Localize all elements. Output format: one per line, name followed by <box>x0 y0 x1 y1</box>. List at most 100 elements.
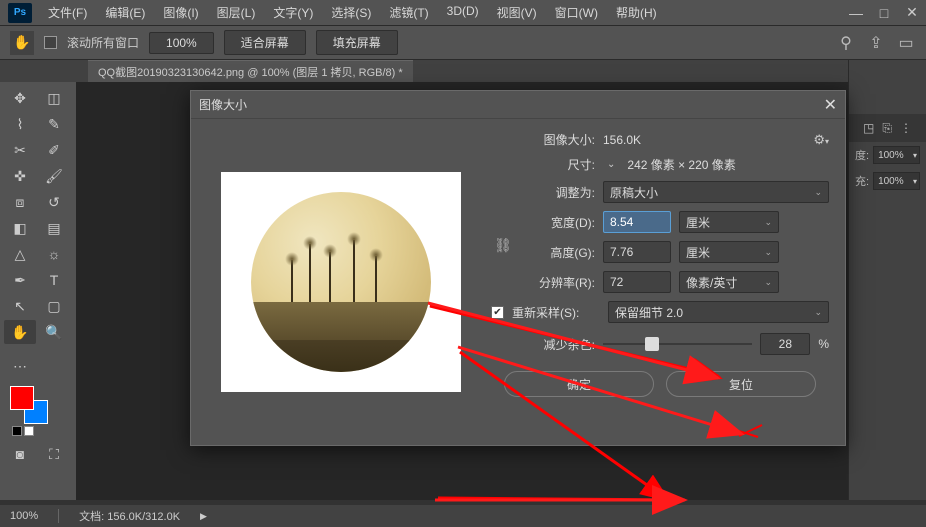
menu-view[interactable]: 视图(V) <box>489 0 545 25</box>
dimensions-dropdown-icon[interactable]: ⌄ <box>607 159 615 170</box>
fitfor-label: 调整为: <box>491 184 595 201</box>
menu-select[interactable]: 选择(S) <box>323 0 379 25</box>
resample-dropdown[interactable]: 保留细节 2.0⌄ <box>608 301 829 323</box>
menu-window[interactable]: 窗口(W) <box>547 0 606 25</box>
history-brush-tool[interactable]: ↺ <box>38 190 70 214</box>
window-controls: — □ ✕ <box>842 2 926 24</box>
image-size-value: 156.0K <box>603 133 641 147</box>
pen-tool[interactable]: ✒ <box>4 268 36 292</box>
eyedropper-tool[interactable]: ✐ <box>38 138 70 162</box>
share-icon[interactable]: ⇪ <box>866 33 886 53</box>
search-icon[interactable]: ⚲ <box>836 33 856 53</box>
hand-tool[interactable]: ✋ <box>4 320 36 344</box>
dodge-tool[interactable]: ☼ <box>38 242 70 266</box>
brush-tool[interactable]: 🖌 <box>38 164 70 188</box>
noise-slider-thumb[interactable] <box>645 337 659 351</box>
status-doc-info[interactable]: 文档: 156.0K/312.0K <box>79 508 180 524</box>
screen-mode-icon[interactable]: ⛶ <box>38 442 70 466</box>
gradient-tool[interactable]: ▤ <box>38 216 70 240</box>
foreground-color[interactable] <box>10 386 34 410</box>
lasso-tool[interactable]: ⌇ <box>4 112 36 136</box>
resolution-unit-dropdown[interactable]: 像素/英寸⌄ <box>679 271 779 293</box>
noise-unit: % <box>818 337 829 351</box>
patch-tool[interactable]: ✜ <box>4 164 36 188</box>
document-tab-bar: QQ截图20190323130642.png @ 100% (图层 1 拷贝, … <box>0 60 926 82</box>
menu-filter[interactable]: 滤镜(T) <box>381 0 436 25</box>
dialog-title-bar[interactable]: 图像大小 ✕ <box>191 91 845 119</box>
noise-slider[interactable] <box>603 343 752 345</box>
document-tab[interactable]: QQ截图20190323130642.png @ 100% (图层 1 拷贝, … <box>88 60 413 83</box>
status-zoom[interactable]: 100% <box>10 510 38 522</box>
noise-label: 减少杂色: <box>491 336 595 353</box>
preview-image <box>221 172 461 392</box>
crop-tool[interactable]: ✂ <box>4 138 36 162</box>
new-layer-icon[interactable]: ◳ <box>863 121 874 135</box>
path-select-tool[interactable]: ↖ <box>4 294 36 318</box>
noise-value-input[interactable]: 28 <box>760 333 810 355</box>
menu-edit[interactable]: 编辑(E) <box>97 0 153 25</box>
resolution-label: 分辨率(R): <box>491 274 595 291</box>
fill-label: 充: <box>855 173 869 189</box>
opacity-row: 度: 100%▾ <box>849 142 926 168</box>
fitfor-dropdown[interactable]: 原稿大小⌄ <box>603 181 829 203</box>
constrain-proportions-icon[interactable]: ⛓ <box>493 237 513 254</box>
scroll-all-checkbox[interactable] <box>44 36 57 49</box>
menu-image[interactable]: 图像(I) <box>155 0 206 25</box>
resolution-input[interactable]: 72 <box>603 271 671 293</box>
menu-file[interactable]: 文件(F) <box>40 0 95 25</box>
marquee-tool[interactable]: ◫ <box>38 86 70 110</box>
scroll-all-label: 滚动所有窗口 <box>67 34 139 51</box>
dialog-close-icon[interactable]: ✕ <box>824 95 837 115</box>
menu-3d[interactable]: 3D(D) <box>439 0 487 25</box>
maximize-button[interactable]: □ <box>870 2 898 24</box>
more-icon[interactable]: ⋮ <box>900 121 912 135</box>
shape-tool[interactable]: ▢ <box>38 294 70 318</box>
fields-area: 图像大小: 156.0K ⚙▾ 尺寸: ⌄ 242 像素 × 220 像素 调整… <box>491 119 845 445</box>
fill-value[interactable]: 100%▾ <box>873 172 920 190</box>
workspace-icon[interactable]: ▭ <box>896 33 916 53</box>
dimensions-label: 尺寸: <box>491 156 595 173</box>
reset-button[interactable]: 复位 <box>666 371 816 397</box>
fit-screen-button[interactable]: 适合屏幕 <box>224 30 306 55</box>
quick-select-tool[interactable]: ✎ <box>38 112 70 136</box>
gear-icon[interactable]: ⚙▾ <box>813 132 829 148</box>
menu-bar: 文件(F) 编辑(E) 图像(I) 图层(L) 文字(Y) 选择(S) 滤镜(T… <box>40 0 665 25</box>
width-label: 宽度(D): <box>515 214 595 231</box>
resample-label: 重新采样(S): <box>512 304 600 321</box>
image-size-label: 图像大小: <box>491 131 595 148</box>
menu-type[interactable]: 文字(Y) <box>265 0 321 25</box>
width-unit-dropdown[interactable]: 厘米⌄ <box>679 211 779 233</box>
height-unit-dropdown[interactable]: 厘米⌄ <box>679 241 779 263</box>
clone-tool[interactable]: ⧈ <box>4 190 36 214</box>
layer-copy-icon[interactable]: ⎘ <box>882 121 892 136</box>
eraser-tool[interactable]: ◧ <box>4 216 36 240</box>
height-input[interactable]: 7.76 <box>603 241 671 263</box>
dialog-title: 图像大小 <box>199 96 247 113</box>
type-tool[interactable]: T <box>38 268 70 292</box>
close-button[interactable]: ✕ <box>898 2 926 24</box>
hand-tool-indicator[interactable]: ✋ <box>10 31 34 55</box>
status-arrow-icon[interactable]: ▶ <box>200 511 207 522</box>
opacity-label: 度: <box>855 147 869 163</box>
zoom-tool[interactable]: 🔍 <box>38 320 70 344</box>
menu-help[interactable]: 帮助(H) <box>608 0 665 25</box>
status-bar: 100% 文档: 156.0K/312.0K ▶ <box>0 505 926 527</box>
tools-panel: ✥ ◫ ⌇ ✎ ✂ ✐ ✜ 🖌 ⧈ ↺ ◧ ▤ △ ☼ ✒ T ↖ ▢ ✋ 🔍 … <box>0 82 76 500</box>
move-tool[interactable]: ✥ <box>4 86 36 110</box>
resample-checkbox[interactable]: ✔ <box>491 306 504 319</box>
blur-tool[interactable]: △ <box>4 242 36 266</box>
minimize-button[interactable]: — <box>842 2 870 24</box>
preview-area <box>191 119 491 445</box>
opacity-value[interactable]: 100%▾ <box>873 146 920 164</box>
ok-button[interactable]: 确定 <box>504 371 654 397</box>
options-bar: ✋ 滚动所有窗口 100% 适合屏幕 填充屏幕 ⚲ ⇪ ▭ <box>0 26 926 60</box>
image-size-dialog: 图像大小 ✕ 图像大小: 156.0K ⚙▾ <box>190 90 846 446</box>
default-colors-icon[interactable] <box>12 426 34 436</box>
menu-layer[interactable]: 图层(L) <box>209 0 264 25</box>
width-input[interactable]: 8.54 <box>603 211 671 233</box>
quick-mask-icon[interactable]: ◙ <box>4 442 36 466</box>
fill-screen-button[interactable]: 填充屏幕 <box>316 30 398 55</box>
color-swatches[interactable] <box>10 386 50 426</box>
edit-toolbar-icon[interactable]: ⋯ <box>4 354 36 378</box>
zoom-level-button[interactable]: 100% <box>149 32 214 54</box>
